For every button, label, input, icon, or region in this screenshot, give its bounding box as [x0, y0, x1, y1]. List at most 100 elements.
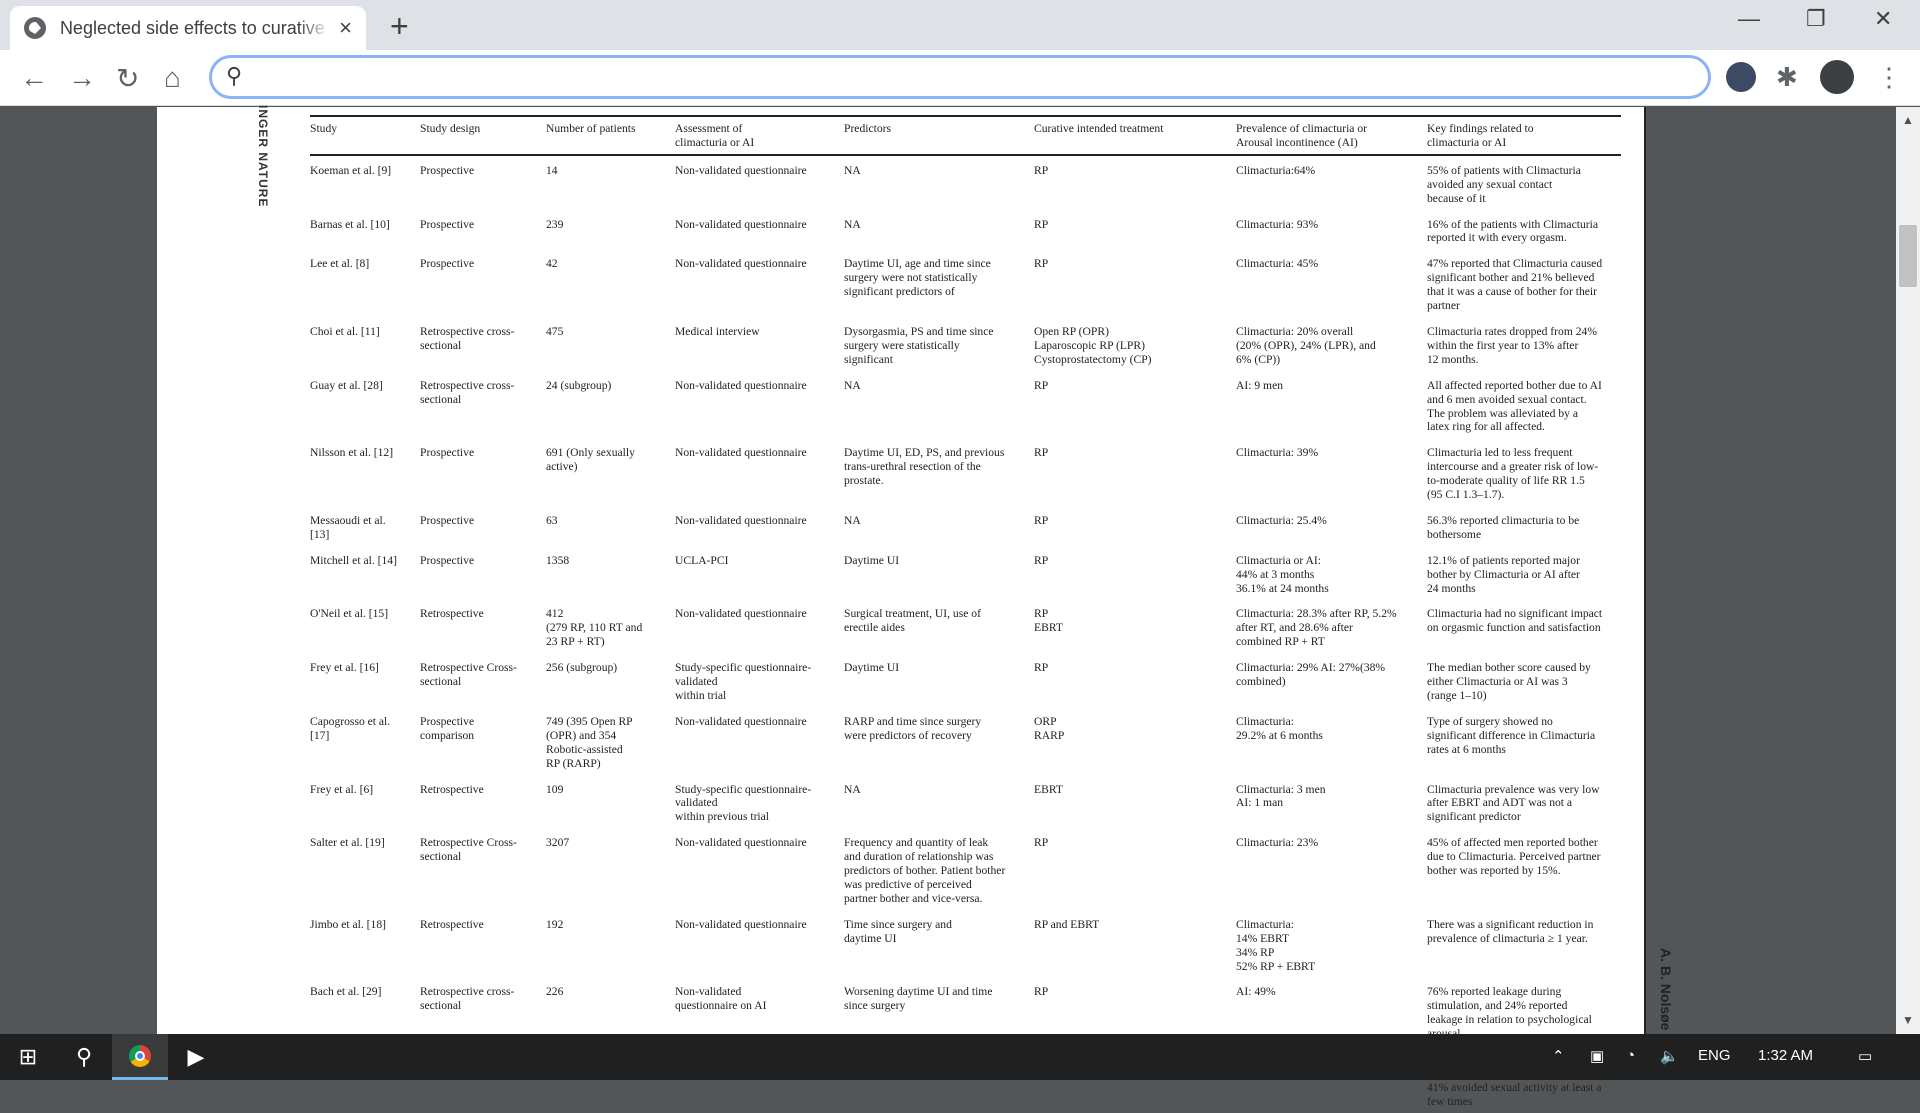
globe-icon — [24, 17, 46, 39]
chrome-taskbar-icon[interactable] — [112, 1034, 168, 1080]
table-row: Frey et al. [6] Retrospective 109 Study-spe… — [310, 775, 1621, 829]
table-row: O'Neil et al. [15] Retrospective 412 (279 … — [310, 599, 1621, 653]
cell-findings: Climacturia led to less frequent interco… — [1427, 446, 1599, 502]
cell-findings: 55% of patients with Climacturia avoided… — [1427, 163, 1581, 205]
cell-findings: Climacturia had no significant impact on… — [1427, 607, 1603, 635]
cell-findings: Type of surgery showed no significant di… — [1427, 714, 1596, 756]
cell-prevalence: Climacturia: 20% overall (20% (OPR), 24%… — [1236, 324, 1376, 366]
cell-assessment: Non-validated questionnaire — [675, 217, 807, 231]
cell-study: Jimbo et al. [18] — [310, 917, 386, 931]
scroll-thumb[interactable] — [1899, 225, 1917, 287]
cell-assessment: Non-validated questionnaire — [675, 917, 807, 931]
menu-dots-icon[interactable]: ⋮ — [1876, 62, 1906, 92]
cell-assessment: Non-validated questionnaire — [675, 163, 807, 177]
vertical-scrollbar[interactable]: ▲ ▼ — [1896, 107, 1920, 1034]
cell-prevalence: Climacturia: 25.4% — [1236, 513, 1327, 527]
cell-prevalence: Climacturia: 93% — [1236, 217, 1319, 231]
puzzle-icon[interactable]: ✱ — [1776, 62, 1806, 92]
notification-icon[interactable]: ▭ — [1858, 1047, 1872, 1065]
minimize-button[interactable]: — — [1738, 6, 1760, 32]
scroll-up-arrow-icon[interactable]: ▲ — [1902, 113, 1914, 127]
cell-study: Barnas et al. [10] — [310, 217, 390, 231]
cell-predictors: Frequency and quantity of leak and durat… — [844, 836, 1006, 905]
cell-treatment: RP — [1034, 661, 1049, 675]
forward-button[interactable]: → — [68, 62, 96, 94]
close-tab-button[interactable]: × — [339, 15, 352, 41]
cell-study: Koeman et al. [9] — [310, 163, 392, 177]
cell-design: Prospective — [420, 513, 475, 527]
search-icon[interactable]: ⚲ — [56, 1034, 112, 1080]
media-player-icon[interactable]: ▶ — [168, 1034, 224, 1080]
windows-start-icon[interactable]: ⊞ — [0, 1034, 56, 1080]
cell-predictors: NA — [844, 378, 861, 392]
cell-prevalence: Climacturia: 45% — [1236, 257, 1319, 271]
cell-treatment: RP — [1034, 513, 1049, 527]
cell-study: Nilsson et al. [12] — [310, 446, 394, 460]
header-key-findings: Key findings related to climacturia or A… — [1427, 115, 1621, 156]
table-row: Jimbo et al. [18] Retrospective 192 Non-val… — [310, 910, 1621, 978]
clock[interactable]: 1:32 AM — [1758, 1047, 1813, 1064]
header-study: Study — [310, 115, 420, 156]
cell-assessment: Non-validated questionnaire — [675, 607, 807, 621]
cell-design: Retrospective — [420, 607, 484, 621]
cell-patients: 256 (subgroup) — [546, 661, 618, 675]
wifi-icon[interactable]: ◔ — [1626, 1047, 1635, 1064]
browser-tab[interactable]: Neglected side effects to curative prost… — [10, 6, 366, 50]
cell-design: Retrospective — [420, 917, 484, 931]
profile-avatar[interactable] — [1820, 60, 1854, 94]
cell-prevalence: Climacturia: 39% — [1236, 446, 1319, 460]
tab-strip: Neglected side effects to curative prost… — [0, 0, 1920, 50]
cell-patients: 14 — [546, 163, 558, 177]
restore-button[interactable]: ❐ — [1806, 6, 1826, 32]
cell-design: Retrospective Cross- sectional — [420, 836, 517, 864]
search-icon: ⚲ — [226, 63, 243, 88]
cell-prevalence: Climacturia: 29% AI: 27%(38% combined) — [1236, 661, 1386, 689]
cell-treatment: RP — [1034, 378, 1049, 392]
cell-treatment: RP and EBRT — [1034, 917, 1100, 931]
cell-assessment: Non-validated questionnaire — [675, 446, 807, 460]
cell-assessment: Study-specific questionnaire- validated … — [675, 782, 812, 824]
cell-patients: 749 (395 Open RP (OPR) and 354 Robotic-a… — [546, 714, 633, 770]
cell-treatment: RP — [1034, 217, 1049, 231]
language-indicator[interactable]: ENG — [1698, 1047, 1731, 1064]
address-input[interactable] — [262, 62, 1682, 92]
cell-findings: Climacturia prevalence was very low afte… — [1427, 782, 1600, 824]
cell-prevalence: Climacturia: 23% — [1236, 836, 1319, 850]
reload-button[interactable]: ↻ — [116, 62, 139, 95]
cell-study: O'Neil et al. [15] — [310, 607, 389, 621]
scroll-down-arrow-icon[interactable]: ▼ — [1902, 1013, 1914, 1027]
table-row: Mitchell et al. [14] Prospective 1358 UCLA-… — [310, 546, 1621, 600]
cell-treatment: RP — [1034, 836, 1049, 850]
publisher-label: INGER NATURE — [256, 105, 270, 208]
address-bar[interactable]: ⚲ — [210, 56, 1710, 98]
cell-predictors: NA — [844, 513, 861, 527]
cell-patients: 109 — [546, 782, 564, 796]
cell-study: Choi et al. [11] — [310, 324, 380, 338]
cell-predictors: NA — [844, 217, 861, 231]
cell-predictors: RARP and time since surgery were predict… — [844, 714, 982, 742]
close-window-button[interactable]: ✕ — [1874, 6, 1892, 32]
cell-design: Prospective — [420, 257, 475, 271]
cell-prevalence: Climacturia: 28.3% after RP, 5.2% after … — [1236, 607, 1397, 649]
new-tab-button[interactable]: + — [390, 8, 409, 45]
chevron-up-icon[interactable]: ⌃ — [1552, 1047, 1565, 1065]
cell-design: Retrospective Cross- sectional — [420, 661, 517, 689]
extension-icon[interactable] — [1726, 62, 1756, 92]
cell-predictors: NA — [844, 782, 861, 796]
cell-patients: 192 — [546, 917, 564, 931]
volume-icon[interactable]: 🔈 — [1660, 1047, 1679, 1065]
cell-findings: Climacturia rates dropped from 24% withi… — [1427, 324, 1597, 366]
cell-patients: 412 (279 RP, 110 RT and 23 RP + RT) — [546, 607, 643, 649]
cell-findings: 47% reported that Climacturia caused sig… — [1427, 257, 1603, 313]
cell-patients: 24 (subgroup) — [546, 378, 612, 392]
device-icon[interactable]: ▣ — [1590, 1047, 1604, 1065]
home-button[interactable]: ⌂ — [164, 62, 181, 94]
cell-study: Frey et al. [6] — [310, 782, 374, 796]
cell-assessment: Study-specific questionnaire- validated … — [675, 661, 812, 702]
cell-findings: The median bother score caused by either… — [1427, 661, 1591, 702]
back-button[interactable]: ← — [20, 62, 48, 94]
cell-design: Retrospective cross- sectional — [420, 378, 515, 406]
header-assessment: Assessment of climacturia or AI — [675, 115, 844, 156]
cell-prevalence: Climacturia:64% — [1236, 163, 1316, 177]
cell-study: Frey et al. [16] — [310, 661, 379, 675]
